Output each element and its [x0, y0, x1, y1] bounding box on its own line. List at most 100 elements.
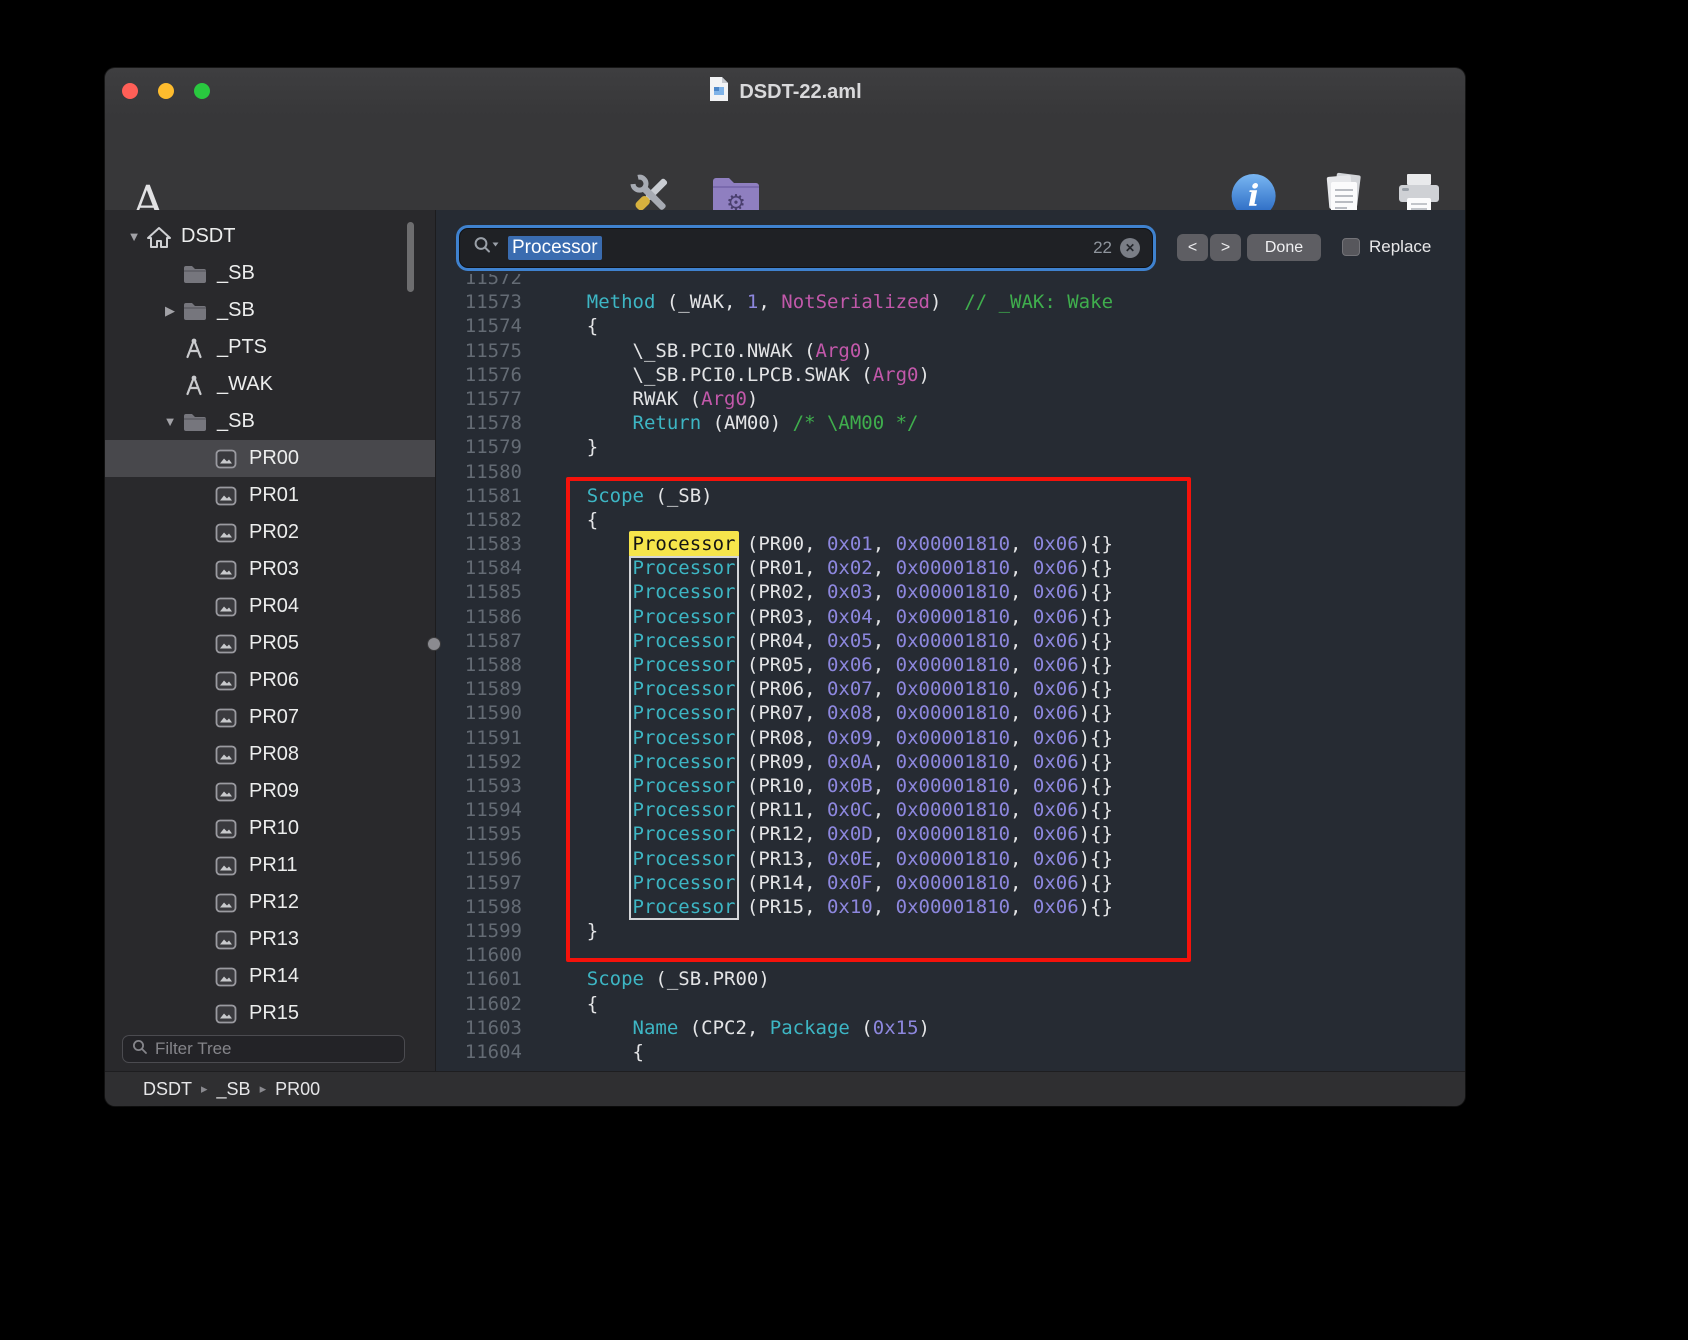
tree-item-dsdt[interactable]: ▼ DSDT [105, 218, 413, 255]
code-line: 11601Scope (_SB.PR00) [436, 967, 1465, 991]
line-content: Processor (PR05, 0x06, 0x00001810, 0x06)… [541, 653, 1113, 677]
search-match: Processor [633, 678, 736, 700]
line-content: Processor (PR08, 0x09, 0x00001810, 0x06)… [541, 726, 1113, 750]
line-number: 11579 [436, 435, 522, 459]
line-number: 11581 [436, 484, 522, 508]
tree-item-_pts[interactable]: _PTS [105, 329, 435, 366]
line-content: Scope (_SB.PR00) [541, 967, 770, 991]
code-line: 11602{ [436, 992, 1465, 1016]
search-input[interactable]: Processor 22 ✕ [459, 228, 1153, 268]
tree-item-pr15[interactable]: PR15 [105, 995, 435, 1032]
line-number: 11596 [436, 847, 522, 871]
tree-item-pr08[interactable]: PR08 [105, 736, 435, 773]
device-icon [215, 930, 249, 950]
tree-item-label: PR04 [249, 595, 299, 618]
tree-item-pr00[interactable]: PR00 [105, 440, 435, 477]
device-icon [215, 486, 249, 506]
tree-item-_sb[interactable]: ▼_SB [105, 403, 435, 440]
tree-item-_wak[interactable]: _WAK [105, 366, 435, 403]
done-button[interactable]: Done [1247, 234, 1321, 261]
code-line: 11598Processor (PR15, 0x10, 0x00001810, … [436, 895, 1465, 919]
filter-tree-field[interactable]: Filter Tree [122, 1035, 405, 1063]
search-match: Processor [633, 775, 736, 797]
find-previous-button[interactable]: < [1177, 234, 1208, 261]
code-line: 11582 { [436, 508, 1465, 532]
tree-item-label: PR10 [249, 817, 299, 840]
line-number: 11578 [436, 411, 522, 435]
disclosure-closed-icon[interactable]: ▶ [157, 303, 183, 319]
tree-item-pr13[interactable]: PR13 [105, 921, 435, 958]
disclosure-open-icon[interactable]: ▼ [157, 414, 183, 429]
tree-item-pr02[interactable]: PR02 [105, 514, 435, 551]
method-icon [183, 374, 217, 396]
tree-item-pr04[interactable]: PR04 [105, 588, 435, 625]
code-line: 11600 [436, 943, 1465, 967]
folder-icon [183, 412, 217, 432]
line-content: Return (AM00) /* \AM00 */ [541, 411, 919, 435]
tree-item-label: PR12 [249, 891, 299, 914]
tree-item-pr14[interactable]: PR14 [105, 958, 435, 995]
find-bar: Processor 22 ✕ < > Done Replace [436, 210, 1465, 274]
code-line: 11592Processor (PR09, 0x0A, 0x00001810, … [436, 750, 1465, 774]
line-number: 11582 [436, 508, 522, 532]
code-line: 11580 [436, 460, 1465, 484]
tree-item-_sb[interactable]: _SB [105, 255, 435, 292]
device-icon [215, 745, 249, 765]
tree-item-pr09[interactable]: PR09 [105, 773, 435, 810]
line-number: 11600 [436, 943, 522, 967]
tree-item-pr05[interactable]: PR05 [105, 625, 435, 662]
code-editor[interactable]: 1157211573Method (_WAK, 1, NotSerialized… [436, 274, 1465, 1072]
search-match: Processor [633, 630, 736, 652]
replace-checkbox-label: Replace [1369, 237, 1431, 257]
tree-item-pr03[interactable]: PR03 [105, 551, 435, 588]
window-title-area: DSDT-22.aml [105, 68, 1465, 116]
breadcrumb-item-pr00[interactable]: PR00 [275, 1079, 320, 1100]
titlebar: DSDT-22.aml [105, 68, 1465, 116]
breadcrumb-item-dsdt[interactable]: DSDT [143, 1079, 192, 1100]
line-content: { [541, 314, 598, 338]
search-match: Processor [633, 581, 736, 603]
code-line: 11578 Return (AM00) /* \AM00 */ [436, 411, 1465, 435]
line-number: 11598 [436, 895, 522, 919]
find-next-button[interactable]: > [1210, 234, 1241, 261]
tree-item-label: DSDT [181, 225, 235, 248]
tree-item-pr10[interactable]: PR10 [105, 810, 435, 847]
code-line: 11595Processor (PR12, 0x0D, 0x00001810, … [436, 822, 1465, 846]
breadcrumb-item-_sb[interactable]: _SB [217, 1079, 251, 1100]
tree-item-label: _SB [217, 299, 255, 322]
device-icon [215, 967, 249, 987]
search-query-text: Processor [508, 236, 602, 260]
tree-item-label: _SB [217, 262, 255, 285]
tree-item-_sb[interactable]: ▶ _SB [105, 292, 435, 329]
line-content: { [541, 508, 598, 532]
code-line: 11589Processor (PR06, 0x07, 0x00001810, … [436, 677, 1465, 701]
status-bar: DSDT▸_SB▸PR00 [105, 1071, 1465, 1106]
code-line: 11579} [436, 435, 1465, 459]
tree-item-pr07[interactable]: PR07 [105, 699, 435, 736]
line-content: } [541, 919, 598, 943]
device-icon [215, 819, 249, 839]
line-content: \_SB.PCI0.LPCB.SWAK (Arg0) [541, 363, 930, 387]
line-content: Name (CPC2, Package (0x15) [541, 1016, 930, 1040]
tree-item-label: PR11 [249, 854, 298, 877]
sidebar-scrollbar[interactable] [407, 222, 414, 292]
line-number: 11592 [436, 750, 522, 774]
tree-item-pr12[interactable]: PR12 [105, 884, 435, 921]
line-content: Processor (PR12, 0x0D, 0x00001810, 0x06)… [541, 822, 1113, 846]
search-match-count: 22 [1093, 238, 1112, 258]
line-content: { [541, 992, 598, 1016]
tree-item-label: PR13 [249, 928, 299, 951]
breadcrumb-separator-icon: ▸ [201, 1081, 208, 1097]
device-icon [215, 856, 249, 876]
tree-item-pr01[interactable]: PR01 [105, 477, 435, 514]
replace-checkbox[interactable] [1342, 238, 1360, 256]
code-line: 11577RWAK (Arg0) [436, 387, 1465, 411]
tree-item-pr06[interactable]: PR06 [105, 662, 435, 699]
line-content: RWAK (Arg0) [541, 387, 758, 411]
tree-item-pr11[interactable]: PR11 [105, 847, 435, 884]
split-handle[interactable] [427, 637, 441, 651]
code-line: 11585Processor (PR02, 0x03, 0x00001810, … [436, 580, 1465, 604]
disclosure-open-icon[interactable]: ▼ [121, 229, 147, 244]
clear-search-icon[interactable]: ✕ [1120, 238, 1140, 258]
document-icon [708, 76, 730, 108]
